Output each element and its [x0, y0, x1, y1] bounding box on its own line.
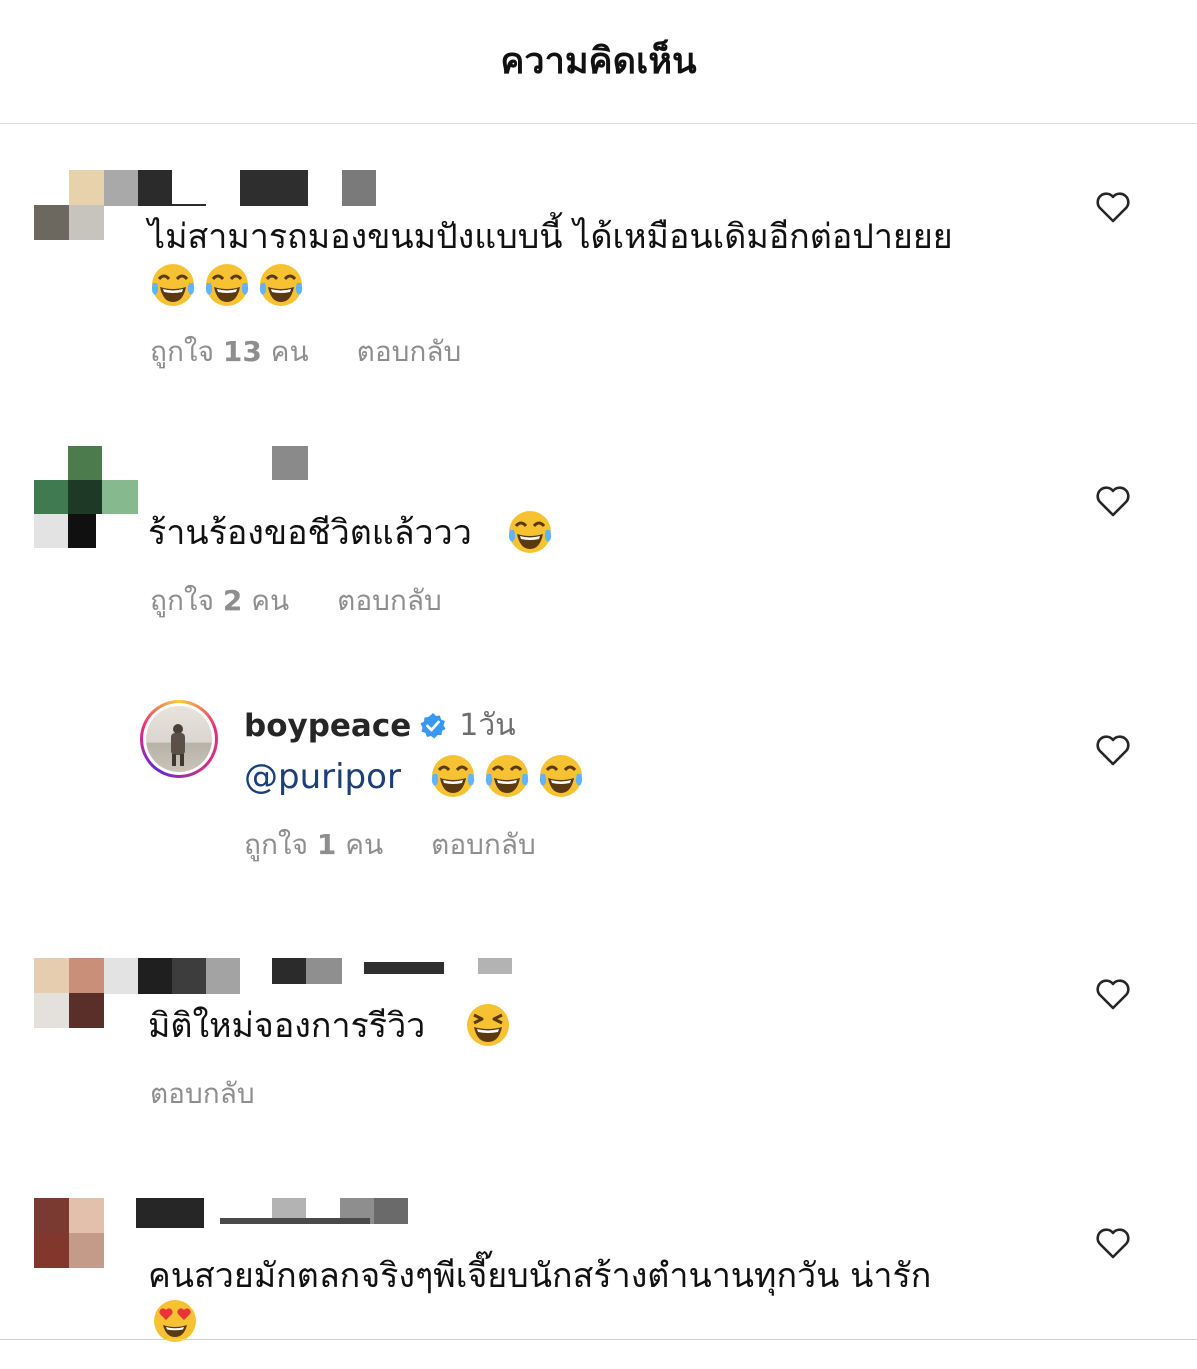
face-with-tears-of-joy-icon: [508, 511, 552, 553]
username-redacted[interactable]: [104, 170, 384, 206]
reply-button[interactable]: ตอบกลับ: [337, 579, 442, 623]
verified-badge-icon: [420, 712, 446, 738]
avatar[interactable]: [140, 700, 218, 778]
smiling-face-with-heart-eyes-icon: [154, 1300, 196, 1342]
face-with-tears-of-joy-icon: [485, 755, 529, 797]
heart-outline-icon[interactable]: [1095, 1226, 1131, 1260]
mention-link[interactable]: @puripor: [244, 754, 401, 800]
heart-outline-icon[interactable]: [1095, 484, 1131, 518]
likes-count[interactable]: ถูกใจ 2 คน: [150, 579, 289, 623]
username-redacted[interactable]: [104, 958, 516, 994]
divider: [0, 1339, 1197, 1340]
comment-text: ไม่สามารถมองขนมปังแบบนี้ ได้เหมือนเดิมอี…: [148, 217, 953, 257]
emoji-row: [430, 753, 584, 799]
reply-button[interactable]: ตอบกลับ: [357, 330, 462, 374]
comment-meta: ตอบกลับ: [150, 1072, 255, 1116]
username-redacted[interactable]: [136, 1198, 412, 1234]
page-title: ความคิดเห็น: [500, 41, 697, 82]
emoji-row: [507, 509, 553, 555]
comment-text: ร้านร้องขอชีวิตแล้ววว: [148, 513, 472, 553]
grinning-squinting-face-icon: [467, 1004, 509, 1046]
comments-screen: ความคิดเห็น ไม่สามารถมองขนมปังแบบนี้ ได้…: [0, 0, 1197, 1369]
face-with-tears-of-joy-icon: [151, 264, 195, 306]
likes-count[interactable]: ถูกใจ 1 คน: [244, 823, 383, 867]
comment-text: มิติใหม่จองการรีวิว: [148, 1006, 426, 1046]
timestamp: 1วัน: [459, 708, 516, 743]
comment-meta: ถูกใจ 2 คน ตอบกลับ: [150, 579, 442, 623]
likes-count[interactable]: ถูกใจ 13 คน: [150, 330, 309, 374]
emoji-row: [465, 1002, 511, 1048]
emoji-row: [152, 1298, 198, 1344]
reply-button[interactable]: ตอบกลับ: [150, 1072, 255, 1116]
reply-button[interactable]: ตอบกลับ: [431, 823, 536, 867]
comment-meta: ถูกใจ 13 คน ตอบกลับ: [150, 330, 461, 374]
comment-text: คนสวยมักตลกจริงๆพีเจี๊ยบนักสร้างตำนานทุก…: [148, 1256, 932, 1296]
heart-outline-icon[interactable]: [1095, 733, 1131, 767]
comment-meta: ถูกใจ 1 คน ตอบกลับ: [244, 823, 536, 867]
avatar[interactable]: [34, 1198, 104, 1268]
comments-header: ความคิดเห็น: [0, 0, 1197, 124]
profile-photo: [146, 706, 212, 772]
avatar[interactable]: [34, 958, 104, 1028]
face-with-tears-of-joy-icon: [205, 264, 249, 306]
avatar[interactable]: [34, 170, 104, 240]
face-with-tears-of-joy-icon: [431, 755, 475, 797]
face-with-tears-of-joy-icon: [259, 264, 303, 306]
emoji-row: [150, 262, 304, 308]
username[interactable]: boypeace: [244, 708, 411, 744]
avatar[interactable]: [34, 446, 138, 548]
reply-user-line: boypeace 1วัน: [244, 702, 516, 749]
face-with-tears-of-joy-icon: [539, 755, 583, 797]
heart-outline-icon[interactable]: [1095, 190, 1131, 224]
username-redacted[interactable]: [272, 446, 308, 482]
heart-outline-icon[interactable]: [1095, 977, 1131, 1011]
